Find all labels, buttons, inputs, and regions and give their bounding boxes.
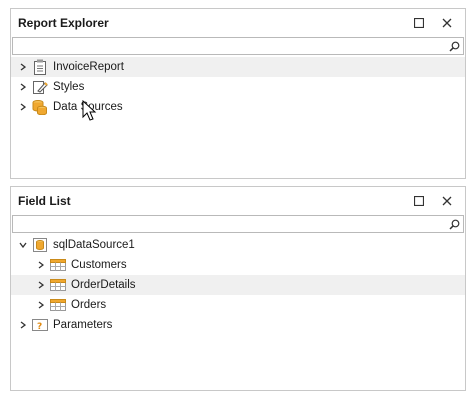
search-input[interactable] [13, 38, 449, 54]
search-icon[interactable] [449, 41, 460, 52]
expand-chevron-icon[interactable] [16, 80, 30, 94]
tree-item-label: Orders [71, 299, 107, 311]
maximize-icon [414, 18, 424, 28]
report-explorer-panel: Report Explorer InvoiceReport Styles Dat… [10, 8, 466, 179]
tree-item-invoicereport[interactable]: InvoiceReport [11, 57, 465, 77]
field-tree: sqlDataSource1 Customers OrderDetails Or… [11, 233, 465, 335]
table-icon [50, 257, 66, 273]
panel-title: Field List [18, 194, 71, 208]
expand-chevron-icon[interactable] [34, 298, 48, 312]
maximize-button[interactable] [405, 13, 433, 33]
close-icon [442, 18, 452, 28]
report-explorer-header: Report Explorer [11, 9, 465, 37]
styles-icon [32, 79, 48, 95]
mouse-cursor-icon [82, 100, 97, 121]
tree-item-data-sources[interactable]: Data Sources [11, 97, 465, 117]
expand-chevron-icon[interactable] [16, 100, 30, 114]
datasource-icon [32, 99, 48, 115]
field-list-header: Field List [11, 187, 465, 215]
tree-item-label: Customers [71, 259, 127, 271]
maximize-button[interactable] [405, 191, 433, 211]
table-icon [50, 277, 66, 293]
tree-item-sqldatasource1[interactable]: sqlDataSource1 [11, 235, 465, 255]
tree-item-orders[interactable]: Orders [11, 295, 465, 315]
tree-item-customers[interactable]: Customers [11, 255, 465, 275]
expand-chevron-icon[interactable] [34, 278, 48, 292]
svg-text:?: ? [37, 322, 42, 332]
tree-item-parameters[interactable]: ? Parameters [11, 315, 465, 335]
tree-item-label: Styles [53, 81, 85, 93]
tree-item-label: InvoiceReport [53, 61, 124, 73]
tree-item-label: OrderDetails [71, 279, 136, 291]
expand-chevron-icon[interactable] [16, 318, 30, 332]
tree-item-orderdetails[interactable]: OrderDetails [11, 275, 465, 295]
expand-chevron-icon[interactable] [34, 258, 48, 272]
tree-item-label: sqlDataSource1 [53, 239, 135, 251]
search-icon[interactable] [449, 219, 460, 230]
panel-title: Report Explorer [18, 16, 109, 30]
field-list-panel: Field List sqlDataSource1 Customers Orde… [10, 186, 466, 391]
report-icon [32, 59, 48, 75]
search-input[interactable] [13, 216, 449, 232]
expand-chevron-icon[interactable] [16, 60, 30, 74]
parameters-icon: ? [32, 317, 48, 333]
collapse-chevron-icon[interactable] [16, 238, 30, 252]
close-button[interactable] [433, 13, 461, 33]
close-icon [442, 196, 452, 206]
search-box [12, 215, 464, 233]
tree-item-styles[interactable]: Styles [11, 77, 465, 97]
search-box [12, 37, 464, 55]
database-icon [32, 237, 48, 253]
tree-item-label: Parameters [53, 319, 113, 331]
close-button[interactable] [433, 191, 461, 211]
maximize-icon [414, 196, 424, 206]
report-tree: InvoiceReport Styles Data Sources [11, 55, 465, 117]
table-icon [50, 297, 66, 313]
